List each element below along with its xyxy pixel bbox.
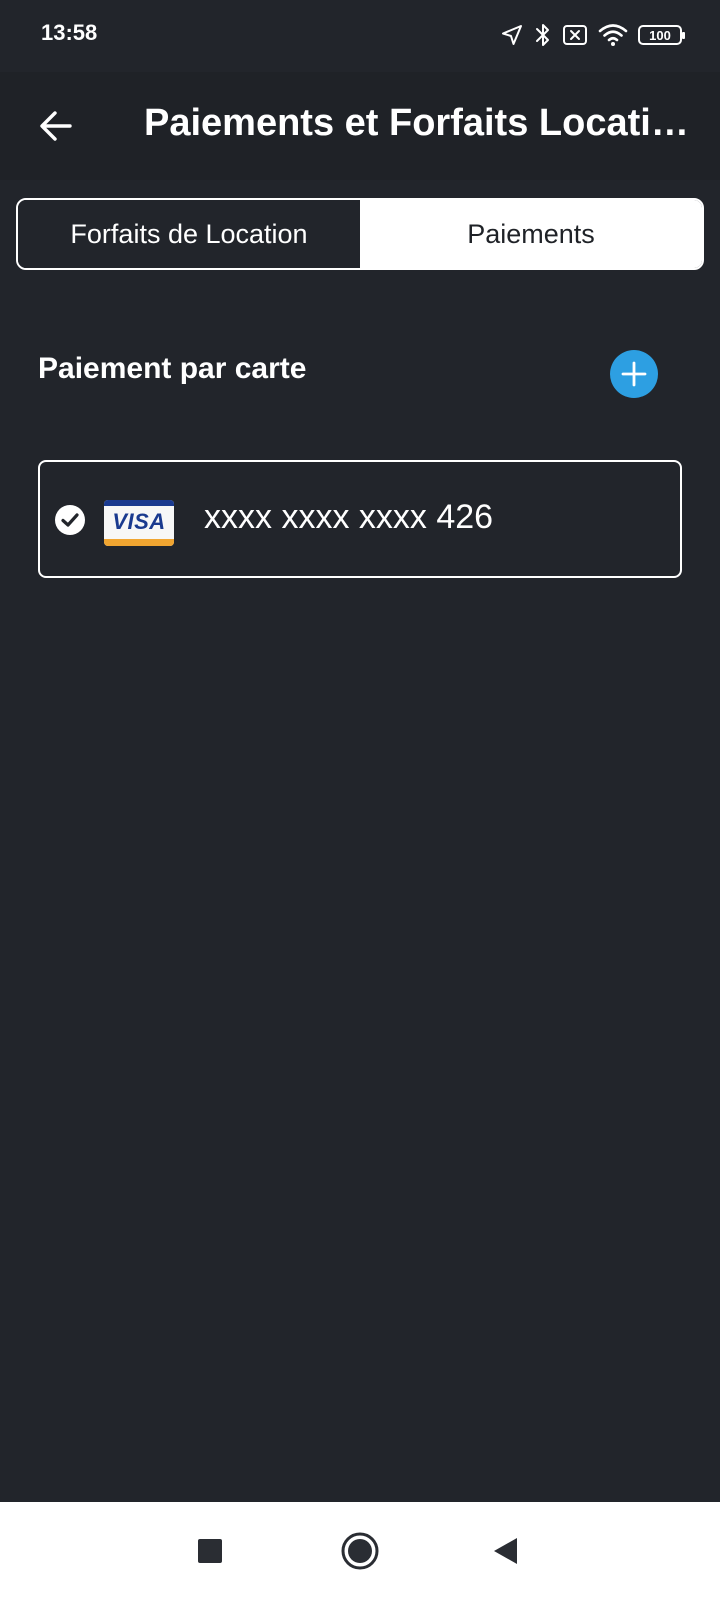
home-icon (341, 1532, 379, 1570)
bluetooth-icon (534, 22, 552, 48)
section-title: Paiement par carte (38, 352, 307, 385)
add-card-button[interactable] (610, 350, 658, 398)
status-bar: 13:58 100 (0, 0, 720, 72)
tab-paiements[interactable]: Paiements (360, 200, 702, 268)
recents-icon (198, 1539, 222, 1563)
status-time: 13:58 (41, 20, 98, 45)
wifi-icon (598, 23, 628, 47)
plus-icon (621, 361, 647, 387)
back-nav-icon (494, 1538, 517, 1564)
card-brand: VISA (112, 509, 166, 534)
app-bar: Paiements et Forfaits Location de Vélos (0, 72, 720, 180)
visa-logo-icon: VISA (104, 500, 174, 546)
home-button[interactable] (337, 1528, 383, 1574)
arrow-left-icon (40, 111, 72, 141)
tab-bar: Forfaits de Location Paiements (16, 198, 704, 270)
recents-button[interactable] (187, 1528, 233, 1574)
tab-forfaits-de-location[interactable]: Forfaits de Location (18, 200, 360, 268)
location-icon (500, 23, 524, 47)
card-number: xxxx xxxx xxxx 426 (204, 498, 494, 536)
back-nav-button[interactable] (483, 1528, 529, 1574)
back-button[interactable] (30, 100, 82, 152)
sim-off-icon (562, 24, 588, 46)
battery-icon: 100 (638, 25, 685, 45)
status-icons: 100 (500, 18, 685, 52)
check-circle-icon (55, 505, 85, 535)
page-title: Paiements et Forfaits Location de Vélos (144, 102, 702, 144)
card-list-item[interactable]: VISA xxxx xxxx xxxx 426 (38, 460, 682, 578)
navigation-bar (0, 1502, 720, 1600)
